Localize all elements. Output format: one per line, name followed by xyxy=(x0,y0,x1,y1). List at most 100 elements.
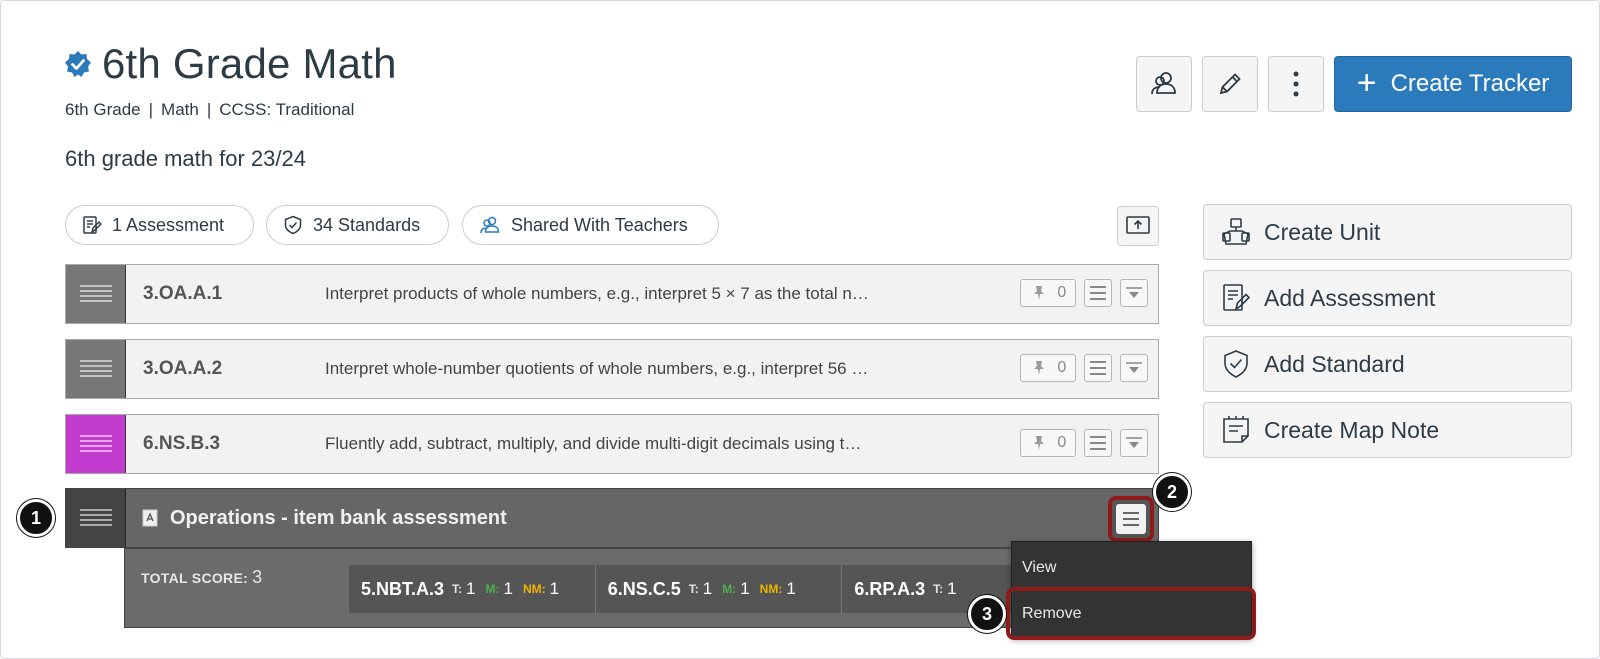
total-count: 1 xyxy=(466,579,476,598)
expand-button[interactable] xyxy=(1120,354,1148,382)
drag-handle[interactable] xyxy=(66,265,126,323)
score-standard-code: 5.NBT.A.3 xyxy=(361,578,445,599)
unit-icon xyxy=(1222,218,1250,245)
upload-icon xyxy=(1126,216,1150,234)
standard-row[interactable]: 3.OA.A.2 Interpret whole-number quotient… xyxy=(65,339,1159,399)
standard-description: Fluently add, subtract, multiply, and di… xyxy=(325,434,862,453)
pin-count: 0 xyxy=(1057,284,1067,301)
pencil-icon xyxy=(1219,73,1241,95)
mastered-count: 1 xyxy=(503,579,513,598)
grip-icon xyxy=(79,360,112,378)
near-mastery-count: 1 xyxy=(549,579,560,598)
create-tracker-label: Create Tracker xyxy=(1390,70,1550,97)
pill-shared[interactable]: Shared With Teachers xyxy=(462,205,719,245)
standard-row[interactable]: 6.NS.B.3 Fluently add, subtract, multipl… xyxy=(65,414,1159,474)
expand-button[interactable] xyxy=(1120,279,1148,307)
assessment-row[interactable]: Operations - item bank assessment xyxy=(65,488,1159,548)
chevron-down-icon xyxy=(1126,287,1142,298)
kebab-icon xyxy=(1293,71,1299,97)
drag-handle[interactable] xyxy=(66,340,126,398)
standard-row[interactable]: 3.OA.A.1 Interpret products of whole num… xyxy=(65,264,1159,324)
pill-label: 1 Assessment xyxy=(112,214,225,235)
standard-menu-button[interactable] xyxy=(1084,279,1112,307)
score-cell: 5.NBT.A.3 T: 1 M: 1 NM: 1 xyxy=(349,565,596,613)
standard-menu-button[interactable] xyxy=(1084,354,1112,382)
near-mastery-label: NM: xyxy=(759,582,783,596)
assessment-icon xyxy=(1223,284,1251,311)
users-icon xyxy=(1151,72,1176,95)
drag-handle[interactable] xyxy=(66,415,126,473)
shield-check-icon xyxy=(1224,350,1248,378)
assessment-title-text: Operations - item bank assessment xyxy=(170,506,507,529)
pin-icon xyxy=(1033,361,1044,375)
callout-1: 1 xyxy=(17,499,55,537)
meta-framework: CCSS: Traditional xyxy=(219,100,355,119)
list-icon xyxy=(1090,436,1106,450)
total-count: 1 xyxy=(947,579,957,598)
standard-code: 6.NS.B.3 xyxy=(143,433,221,454)
list-icon xyxy=(1123,512,1139,526)
row-tools: 0 xyxy=(1020,354,1148,382)
grip-icon xyxy=(79,435,112,453)
share-button[interactable] xyxy=(1136,56,1192,112)
total-score: TOTAL SCORE: 3 xyxy=(141,567,262,588)
expand-button[interactable] xyxy=(1120,429,1148,457)
more-options-button[interactable] xyxy=(1268,56,1324,112)
meta-separator: | xyxy=(148,100,154,119)
near-mastery-label: NM: xyxy=(522,582,546,596)
row-tools: 0 xyxy=(1020,279,1148,307)
side-action-label: Create Map Note xyxy=(1264,416,1440,443)
total-label: T: xyxy=(688,582,699,596)
total-score-label: TOTAL SCORE: xyxy=(141,570,249,586)
mastered-label: M: xyxy=(722,582,737,596)
assessment-menu-button[interactable] xyxy=(1108,496,1154,542)
standard-description: Interpret products of whole numbers, e.g… xyxy=(325,284,869,303)
create-tracker-button[interactable]: + Create Tracker xyxy=(1334,56,1572,112)
create-unit-button[interactable]: Create Unit xyxy=(1203,204,1572,260)
pill-standards[interactable]: 34 Standards xyxy=(266,205,449,245)
pin-button[interactable]: 0 xyxy=(1020,354,1076,382)
score-standard-code: 6.NS.C.5 xyxy=(607,578,681,599)
callout-2: 2 xyxy=(1153,473,1191,511)
plus-icon: + xyxy=(1356,63,1377,102)
add-standard-button[interactable]: Add Standard xyxy=(1203,336,1572,392)
export-button[interactable] xyxy=(1117,206,1159,246)
drag-handle[interactable] xyxy=(66,489,126,547)
assessment-icon xyxy=(83,216,102,234)
menu-button-face xyxy=(1116,504,1146,534)
pill-assessments[interactable]: 1 Assessment xyxy=(65,205,254,245)
meta-separator: | xyxy=(206,100,212,119)
grip-icon xyxy=(79,509,112,527)
shield-check-icon xyxy=(284,215,302,235)
pin-button[interactable]: 0 xyxy=(1020,429,1076,457)
pill-label: 34 Standards xyxy=(313,214,421,235)
row-tools: 0 xyxy=(1020,429,1148,457)
course-header: 6th Grade Math xyxy=(64,40,397,88)
create-map-note-button[interactable]: Create Map Note xyxy=(1203,402,1572,458)
total-score-value: 3 xyxy=(252,567,263,587)
note-icon xyxy=(1223,416,1249,443)
standard-description: Interpret whole-number quotients of whol… xyxy=(325,359,869,378)
score-cell: 6.NS.C.5 T: 1 M: 1 NM: 1 xyxy=(596,565,843,613)
total-label: T: xyxy=(933,582,944,596)
pin-count: 0 xyxy=(1057,359,1067,376)
pill-label: Shared With Teachers xyxy=(511,214,688,235)
chevron-down-icon xyxy=(1126,362,1142,373)
pin-count: 0 xyxy=(1057,434,1067,451)
course-meta: 6th Grade | Math | CCSS: Traditional xyxy=(65,100,354,120)
meta-subject: Math xyxy=(161,100,199,119)
near-mastery-count: 1 xyxy=(786,579,796,598)
menu-item-view[interactable]: View xyxy=(1012,546,1251,590)
remove-highlight-outline xyxy=(1006,587,1256,640)
side-action-label: Add Assessment xyxy=(1264,284,1436,311)
edit-button[interactable] xyxy=(1202,56,1258,112)
standard-menu-button[interactable] xyxy=(1084,429,1112,457)
total-label: T: xyxy=(452,582,463,596)
meta-grade: 6th Grade xyxy=(65,100,141,119)
pin-icon xyxy=(1033,286,1044,300)
pin-button[interactable]: 0 xyxy=(1020,279,1076,307)
side-action-label: Add Standard xyxy=(1264,350,1405,377)
course-description: 6th grade math for 23/24 xyxy=(65,146,306,171)
mastered-label: M: xyxy=(485,582,500,596)
add-assessment-button[interactable]: Add Assessment xyxy=(1203,270,1572,326)
